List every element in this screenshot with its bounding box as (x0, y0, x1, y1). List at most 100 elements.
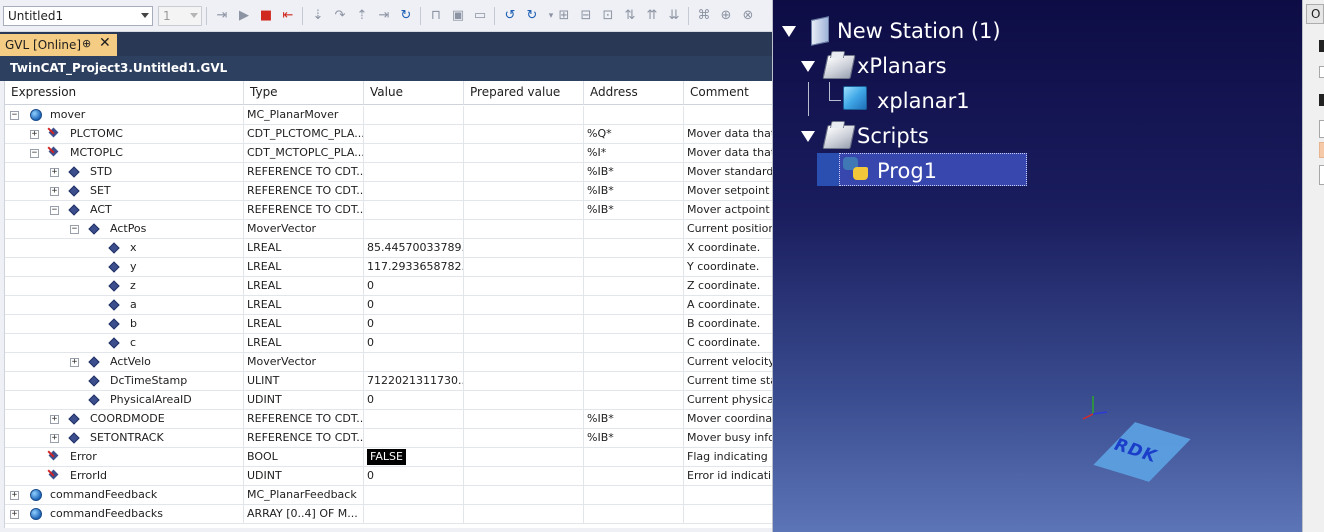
prepared-cell[interactable] (464, 296, 584, 315)
pin-icon[interactable]: ⊕ (82, 37, 91, 50)
prepared-cell[interactable] (464, 353, 584, 372)
close-icon[interactable]: ✕ (99, 35, 111, 51)
table-row[interactable]: + SET REFERENCE TO CDT... %IB* Mover setpoin… (5, 182, 772, 201)
table-row[interactable]: + commandFeedback MC_PlanarFeedback (5, 486, 772, 505)
start-icon[interactable]: ▶ (236, 8, 252, 24)
prepared-cell[interactable] (464, 429, 584, 448)
collapse-icon[interactable]: − (70, 225, 79, 234)
table-row[interactable]: − ACT REFERENCE TO CDT... %IB* Mover actpoin… (5, 201, 772, 220)
instance-combo[interactable]: 1 (158, 6, 202, 26)
move-up-icon[interactable]: ⇈ (644, 8, 660, 24)
table-row[interactable]: + SETONTRACK REFERENCE TO CDT... %IB* Mover … (5, 429, 772, 448)
layout-icon-1[interactable]: ⊞ (556, 8, 572, 24)
expand-icon[interactable]: + (70, 358, 79, 367)
prepared-cell[interactable] (464, 106, 584, 125)
table-row[interactable]: b LREAL 0 B coordinate. (5, 315, 772, 334)
expand-icon[interactable]: + (50, 168, 59, 177)
network-icon-3[interactable]: ⊗ (740, 8, 756, 24)
layout-icon-2[interactable]: ⊟ (578, 8, 594, 24)
step-into-icon[interactable]: ↷ (332, 8, 348, 24)
layout-icon-3[interactable]: ⊡ (600, 8, 616, 24)
move-down-icon[interactable]: ⇊ (666, 8, 682, 24)
collapse-icon[interactable]: − (30, 149, 39, 158)
expand-icon[interactable]: + (10, 491, 19, 500)
prepared-cell[interactable] (464, 163, 584, 182)
column-header-address[interactable]: Address (584, 81, 684, 105)
column-header-prepared-value[interactable]: Prepared value (464, 81, 584, 105)
prepared-cell[interactable] (464, 182, 584, 201)
expand-arrow-icon[interactable] (801, 61, 815, 72)
unforce-values-icon[interactable]: ▭ (472, 8, 488, 24)
table-row[interactable]: x LREAL 85.44570033789... X coordinate. (5, 239, 772, 258)
prepared-cell[interactable] (464, 486, 584, 505)
table-row[interactable]: z LREAL 0 Z coordinate. (5, 277, 772, 296)
table-row[interactable]: + commandFeedbacks ARRAY [0..4] OF M... (5, 505, 772, 524)
table-row[interactable]: + ActVelo MoverVector Current velocity. (5, 353, 772, 372)
project-combo[interactable]: Untitled1 (3, 6, 153, 26)
table-row[interactable]: + COORDMODE REFERENCE TO CDT... %IB* Mover c… (5, 410, 772, 429)
side-panel-checkbox[interactable] (1319, 66, 1324, 78)
expand-arrow-icon[interactable] (782, 26, 796, 37)
tree-item-scripts[interactable]: Scripts (857, 120, 929, 152)
network-icon-2[interactable]: ⊕ (718, 8, 734, 24)
reset-icon[interactable]: ↺ (502, 8, 518, 24)
collapse-icon[interactable]: − (50, 206, 59, 215)
prepared-cell[interactable] (464, 410, 584, 429)
logout-icon[interactable]: ⇤ (280, 8, 296, 24)
reset-cold-icon[interactable]: ↻ (524, 8, 540, 24)
tree-item-xplanars[interactable]: xPlanars (857, 50, 947, 82)
expand-icon[interactable]: + (30, 130, 39, 139)
prepared-cell[interactable] (464, 239, 584, 258)
table-row[interactable]: − mover MC_PlanarMover (5, 106, 772, 125)
network-icon-1[interactable]: ⌘ (696, 8, 712, 24)
prepared-cell[interactable] (464, 144, 584, 163)
table-row[interactable]: PhysicalAreaID UDINT 0 Current physical (5, 391, 772, 410)
prepared-cell[interactable] (464, 334, 584, 353)
expand-icon[interactable]: + (50, 187, 59, 196)
tree-item-station[interactable]: New Station (1) (837, 15, 1001, 47)
prepared-cell[interactable] (464, 277, 584, 296)
robodk-3d-view[interactable]: New Station (1) xPlanars xplanar1 Script… (772, 0, 1304, 532)
login-icon[interactable]: ⇥ (214, 8, 230, 24)
table-row[interactable]: DcTimeStamp ULINT 7122021311730... Current … (5, 372, 772, 391)
prepared-cell[interactable] (464, 258, 584, 277)
table-row[interactable]: + STD REFERENCE TO CDT... %IB* Mover standar… (5, 163, 772, 182)
prepared-cell[interactable] (464, 315, 584, 334)
stop-icon[interactable]: ■ (258, 8, 274, 24)
column-header-comment[interactable]: Comment (684, 81, 772, 105)
tree-item-prog1[interactable]: Prog1 (877, 155, 937, 187)
table-row[interactable]: a LREAL 0 A coordinate. (5, 296, 772, 315)
prepared-cell[interactable] (464, 372, 584, 391)
table-row[interactable]: + PLCTOMC CDT_PLCTOMC_PLA... %Q* Mover data … (5, 125, 772, 144)
expand-arrow-icon[interactable] (801, 131, 815, 142)
expand-icon[interactable]: + (10, 510, 19, 519)
prepared-cell[interactable] (464, 467, 584, 486)
side-panel-button[interactable]: O (1306, 4, 1324, 24)
side-panel-field[interactable] (1319, 165, 1324, 185)
table-row[interactable]: y LREAL 117.2933658782... Y coordinate. (5, 258, 772, 277)
table-row[interactable]: Error BOOL FALSE Flag indicating a (5, 448, 772, 467)
prepared-cell[interactable] (464, 448, 584, 467)
table-row[interactable]: − ActPos MoverVector Current position. (5, 220, 772, 239)
side-panel-field[interactable] (1319, 120, 1324, 138)
run-to-cursor-icon[interactable]: ⇥ (376, 8, 392, 24)
prepared-cell[interactable] (464, 220, 584, 239)
step-out-icon[interactable]: ⇡ (354, 8, 370, 24)
write-values-icon[interactable]: ⊓ (428, 8, 444, 24)
prepared-cell[interactable] (464, 391, 584, 410)
prepared-cell[interactable] (464, 125, 584, 144)
tree-item-xplanar1[interactable]: xplanar1 (877, 85, 970, 117)
expand-icon[interactable]: + (50, 415, 59, 424)
prepared-cell[interactable] (464, 505, 584, 524)
step-over-icon[interactable]: ⇣ (310, 8, 326, 24)
table-row[interactable]: − MCTOPLC CDT_MCTOPLC_PLA... %I* Mover data … (5, 144, 772, 163)
align-icon[interactable]: ⇅ (622, 8, 638, 24)
column-header-type[interactable]: Type (244, 81, 364, 105)
collapse-icon[interactable]: − (10, 111, 19, 120)
force-values-icon[interactable]: ▣ (450, 8, 466, 24)
prepared-cell[interactable] (464, 201, 584, 220)
table-row[interactable]: ErrorId UDINT 0 Error id indicatin (5, 467, 772, 486)
refresh-icon[interactable]: ↻ (398, 8, 414, 24)
column-header-expression[interactable]: Expression (5, 81, 244, 105)
table-row[interactable]: c LREAL 0 C coordinate. (5, 334, 772, 353)
